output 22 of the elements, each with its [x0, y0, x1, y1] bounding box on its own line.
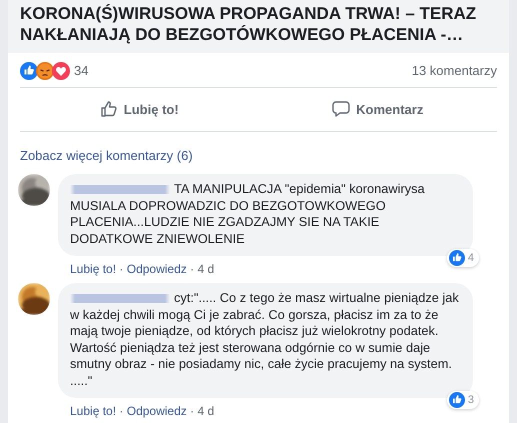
- comment-time: 4 d: [197, 404, 214, 418]
- separator-dot: ·: [190, 404, 194, 418]
- post-title[interactable]: KORONA(Ś)WIRUSOWA PROPAGANDA TRWA! – TERAZ NAKŁANIAJĄ DO BEZGOTÓWKOWEGO PŁACENIA -…: [8, 0, 509, 53]
- separator-dot: ·: [119, 404, 124, 418]
- comment-time: 4 d: [197, 262, 214, 276]
- more-comments-link[interactable]: Zobacz więcej komentarzy (6): [20, 146, 193, 166]
- reply-link[interactable]: Odpowiedz: [126, 404, 187, 418]
- reaction-count[interactable]: 34: [74, 61, 88, 80]
- reply-link[interactable]: Odpowiedz: [126, 262, 187, 276]
- comments-count-link[interactable]: 13 komentarzy: [412, 61, 497, 80]
- like-icon: [448, 392, 465, 408]
- comment-button[interactable]: Komentarz: [258, 90, 497, 128]
- speech-bubble-icon: [332, 100, 350, 118]
- angry-icon: [36, 62, 54, 80]
- separator-dot: ·: [119, 262, 124, 276]
- like-icon: [20, 62, 38, 80]
- like-button[interactable]: Lubię to!: [20, 90, 258, 128]
- separator-dot: ·: [190, 262, 194, 276]
- thumbs-up-icon: [100, 100, 118, 118]
- like-icon: [448, 250, 465, 266]
- like-link[interactable]: Lubię to!: [70, 404, 116, 418]
- like-link[interactable]: Lubię to!: [70, 262, 116, 276]
